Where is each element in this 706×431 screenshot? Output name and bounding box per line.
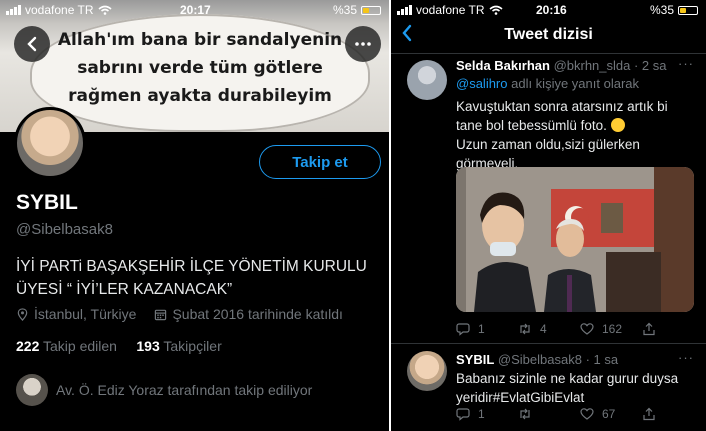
wifi-icon (488, 5, 503, 15)
tweet-more-button[interactable]: ··· (678, 56, 694, 71)
heart-icon (580, 408, 594, 420)
tweet-actions: 1 4 162 (456, 322, 704, 336)
follow-button[interactable]: Takip et (259, 145, 381, 179)
heart-icon (580, 323, 594, 335)
tweet-actions: 1 67 (456, 407, 704, 421)
reply-icon (456, 323, 470, 336)
carrier-name: vodafone TR (416, 3, 485, 17)
profile-avatar[interactable] (14, 107, 86, 179)
followed-by-text: Av. Ö. Ediz Yoraz tarafından takip edili… (56, 382, 313, 398)
profile-location: İstanbul, Türkiye (34, 306, 137, 322)
like-button[interactable]: 67 (580, 407, 642, 421)
status-bar: vodafone TR 20:16 %35 (391, 0, 706, 20)
tweet-author-handle: @Sibelbasak8 (497, 352, 582, 367)
reply-button[interactable]: 1 (456, 322, 518, 336)
carrier-name: vodafone TR (25, 3, 94, 17)
profile-name: SYBIL (16, 191, 78, 214)
clock: 20:17 (180, 3, 211, 17)
share-icon (643, 407, 655, 421)
more-icon (355, 42, 371, 46)
tweet-age: · 2 sa (633, 58, 667, 73)
clock: 20:16 (536, 3, 567, 17)
reply-context: @salihro adlı kişiye yanıt olarak (456, 76, 640, 91)
tweet-avatar[interactable] (407, 60, 447, 100)
tweet-author-name[interactable]: Selda Bakırhan (456, 58, 550, 73)
like-count: 67 (602, 407, 616, 421)
signal-icon (397, 5, 412, 15)
reply-to-link[interactable]: @salihro (456, 76, 508, 91)
profile-bio: İYİ PARTi BAŞAKŞEHİR İLÇE YÖNETİM KURULU… (16, 258, 367, 298)
profile-meta: İstanbul, Türkiye Şubat 2016 tarihinde k… (16, 306, 343, 322)
banner-text: Allah'ım bana bir sandalyenin sabrını ve… (57, 30, 343, 106)
battery-percent: %35 (649, 3, 674, 17)
reply-icon (456, 408, 470, 421)
tweet-age: · 1 sa (585, 352, 619, 367)
reply-count: 1 (478, 322, 485, 336)
nav-bar: Tweet dizisi (391, 20, 706, 52)
nav-divider (391, 53, 706, 54)
share-button[interactable] (642, 407, 704, 421)
tweet-text: Babanız sizinle ne kadar gurur duysa yer… (456, 371, 679, 405)
tweet-text: Kavuştuktan sonra atarsınız artık bi tan… (456, 99, 668, 171)
battery-percent: %35 (332, 3, 357, 17)
more-button[interactable] (345, 26, 381, 62)
reply-button[interactable]: 1 (456, 407, 518, 421)
battery-icon (361, 5, 381, 15)
battery-fill (363, 7, 370, 13)
tweet-author-handle: @bkrhn_slda (553, 58, 631, 73)
tweet-more-button[interactable]: ··· (678, 350, 694, 365)
profile-joined: Şubat 2016 tarihinde katıldı (172, 306, 343, 322)
profile-stats: 222 Takip edilen 193 Takipçiler (16, 338, 222, 354)
tweet-author-name[interactable]: SYBIL (456, 352, 494, 367)
followers-link[interactable]: 193 Takipçiler (136, 338, 221, 354)
wifi-icon (97, 5, 112, 15)
retweet-button[interactable] (518, 407, 580, 421)
reply-count: 1 (478, 407, 485, 421)
follower-avatar (16, 374, 48, 406)
retweet-count: 4 (540, 322, 547, 336)
thread-screen: vodafone TR 20:16 %35 Tweet dizisi Selda… (391, 0, 706, 431)
chevron-left-icon (27, 36, 37, 52)
battery-fill (680, 7, 687, 13)
page-title: Tweet dizisi (504, 26, 593, 43)
location-icon (17, 307, 28, 321)
tweet-header: SYBIL @Sibelbasak8 · 1 sa (456, 352, 618, 367)
following-link[interactable]: 222 Takip edilen (16, 338, 117, 354)
tweet-photo[interactable] (456, 167, 694, 312)
like-button[interactable]: 162 (580, 322, 642, 336)
back-button[interactable] (14, 26, 50, 62)
smile-emoji-icon (610, 118, 625, 132)
retweet-icon (520, 323, 530, 335)
photo-illustration (456, 167, 694, 312)
tweet-divider (391, 343, 706, 344)
share-button[interactable] (642, 322, 704, 336)
like-count: 162 (602, 322, 623, 336)
tweet-avatar[interactable] (407, 351, 447, 391)
followed-by[interactable]: Av. Ö. Ediz Yoraz tarafından takip edili… (16, 374, 312, 406)
signal-icon (6, 5, 21, 15)
share-icon (643, 322, 655, 336)
calendar-icon (155, 309, 167, 320)
status-bar: vodafone TR 20:17 %35 (0, 0, 389, 20)
profile-handle: @Sibelbasak8 (16, 221, 113, 238)
retweet-button[interactable]: 4 (518, 322, 580, 336)
retweet-icon (520, 408, 530, 420)
tweet-header: Selda Bakırhan @bkrhn_slda · 2 sa (456, 58, 667, 73)
profile-screen: Allah'ım bana bir sandalyenin sabrını ve… (0, 0, 389, 431)
battery-icon (678, 5, 698, 15)
